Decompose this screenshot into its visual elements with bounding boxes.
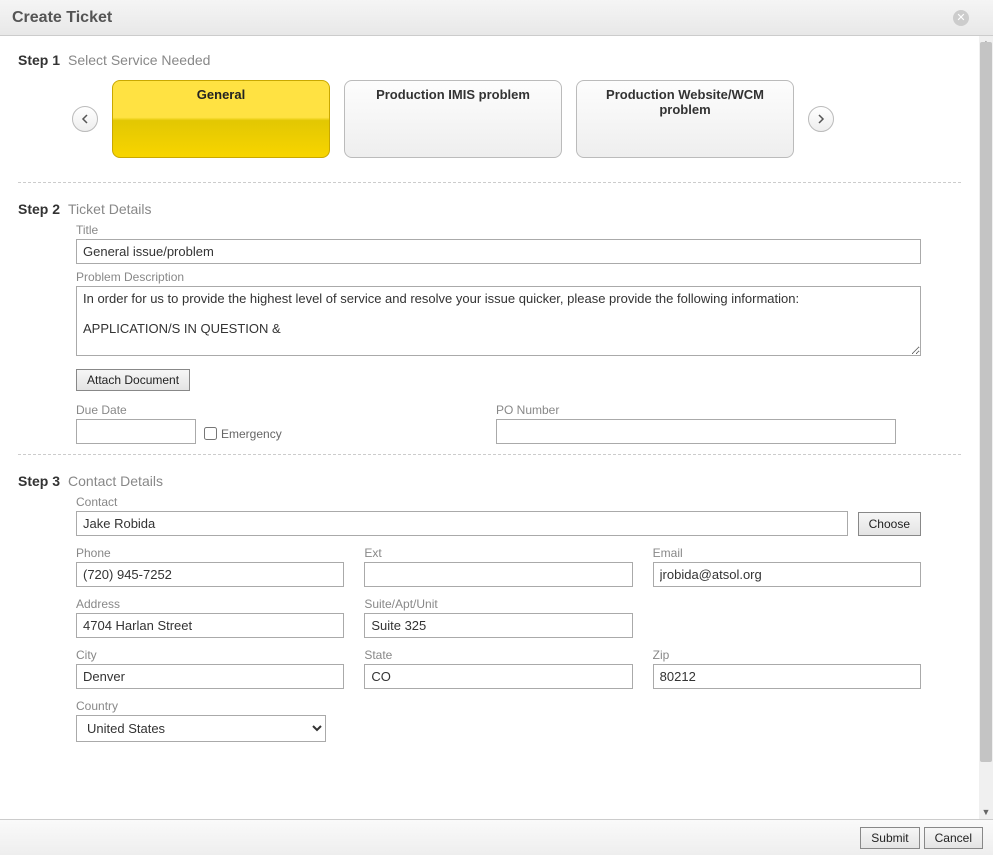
due-date-input[interactable] [76, 419, 196, 444]
step2-title: Ticket Details [68, 201, 152, 217]
service-card-label: Production Website/WCM problem [585, 87, 785, 117]
po-input[interactable] [496, 419, 896, 444]
step3-form: Contact Choose Phone Ext Email Address [18, 495, 961, 742]
modal-footer: Submit Cancel [0, 819, 993, 855]
suite-input[interactable] [364, 613, 632, 638]
step2-header: Step 2 Ticket Details [18, 201, 961, 217]
suite-label: Suite/Apt/Unit [364, 597, 632, 611]
modal-header: Create Ticket ✕ [0, 0, 993, 36]
emergency-label: Emergency [221, 427, 282, 441]
email-input[interactable] [653, 562, 921, 587]
step1-title: Select Service Needed [68, 52, 210, 68]
attach-document-button[interactable]: Attach Document [76, 369, 190, 391]
chevron-left-icon [81, 114, 89, 124]
service-card-imis[interactable]: Production IMIS problem [344, 80, 562, 158]
step3-title: Contact Details [68, 473, 163, 489]
scroll-down-icon[interactable]: ▼ [979, 805, 993, 819]
submit-button[interactable]: Submit [860, 827, 919, 849]
chevron-right-icon [817, 114, 825, 124]
service-card-general[interactable]: General [112, 80, 330, 158]
service-card-label: Production IMIS problem [376, 87, 530, 102]
address-input[interactable] [76, 613, 344, 638]
step1-header: Step 1 Select Service Needed [18, 52, 961, 68]
cancel-button[interactable]: Cancel [924, 827, 983, 849]
contact-label: Contact [76, 495, 848, 509]
step2-form: Title Problem Description Attach Documen… [18, 223, 961, 444]
phone-label: Phone [76, 546, 344, 560]
description-textarea[interactable] [76, 286, 921, 356]
email-label: Email [653, 546, 921, 560]
title-input[interactable] [76, 239, 921, 264]
prev-service-button[interactable] [72, 106, 98, 132]
phone-input[interactable] [76, 562, 344, 587]
address-label: Address [76, 597, 344, 611]
description-label: Problem Description [76, 270, 921, 284]
step3-label: Step 3 [18, 473, 60, 489]
step1-label: Step 1 [18, 52, 60, 68]
divider [18, 454, 961, 455]
step3-header: Step 3 Contact Details [18, 473, 961, 489]
state-input[interactable] [364, 664, 632, 689]
divider [18, 182, 961, 183]
zip-label: Zip [653, 648, 921, 662]
country-label: Country [76, 699, 326, 713]
due-date-label: Due Date [76, 403, 296, 417]
modal-body: Step 1 Select Service Needed General Pro… [0, 36, 979, 819]
zip-input[interactable] [653, 664, 921, 689]
country-select[interactable]: United States [76, 715, 326, 742]
scrollbar[interactable]: ▲ ▼ [979, 36, 993, 819]
title-label: Title [76, 223, 921, 237]
ext-input[interactable] [364, 562, 632, 587]
city-label: City [76, 648, 344, 662]
choose-contact-button[interactable]: Choose [858, 512, 921, 536]
next-service-button[interactable] [808, 106, 834, 132]
modal-title: Create Ticket [12, 9, 112, 27]
service-card-label: General [197, 87, 245, 102]
service-selector: General Production IMIS problem Producti… [18, 74, 961, 172]
service-card-wcm[interactable]: Production Website/WCM problem [576, 80, 794, 158]
emergency-checkbox[interactable] [204, 427, 217, 440]
scroll-thumb[interactable] [980, 42, 992, 762]
ext-label: Ext [364, 546, 632, 560]
close-icon[interactable]: ✕ [953, 10, 969, 26]
po-label: PO Number [496, 403, 896, 417]
step2-label: Step 2 [18, 201, 60, 217]
city-input[interactable] [76, 664, 344, 689]
contact-input[interactable] [76, 511, 848, 536]
state-label: State [364, 648, 632, 662]
